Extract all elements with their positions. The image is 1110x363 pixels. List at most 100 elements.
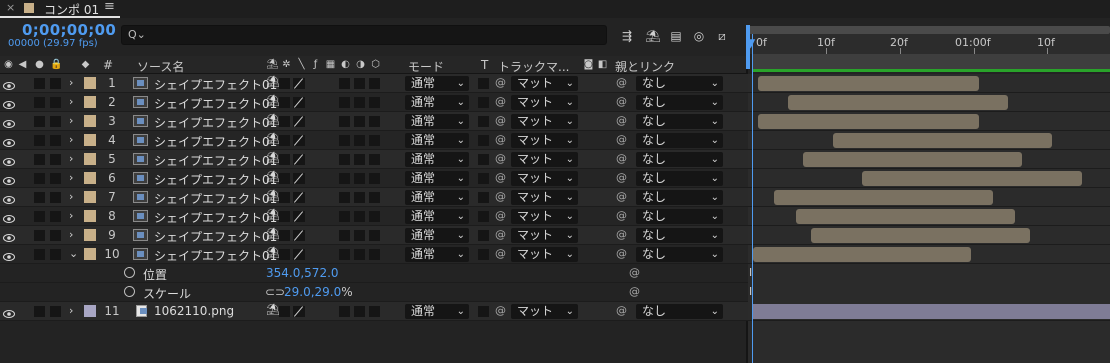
layer-duration-bar[interactable]	[752, 304, 1110, 319]
layer-switch[interactable]	[339, 192, 350, 203]
lock-switch[interactable]	[50, 154, 61, 165]
layer-switch[interactable]	[354, 154, 365, 165]
layer-source-name[interactable]: シェイプエフェクト01	[154, 76, 277, 93]
panel-menu-icon[interactable]: ≡	[104, 0, 115, 14]
layer-switch[interactable]	[369, 78, 380, 89]
quality-switch[interactable]	[293, 97, 305, 108]
layer-switch[interactable]	[354, 97, 365, 108]
column-header-t[interactable]: T	[481, 58, 488, 72]
blend-mode-dropdown[interactable]: 通常 ⌄	[405, 95, 469, 110]
solo-switch[interactable]	[34, 135, 45, 146]
layer-switch[interactable]	[339, 135, 350, 146]
parent-pickwhip-icon[interactable]: @	[616, 95, 627, 108]
layer-row[interactable]: › 8 シェイプエフェクト01 ⛱ 通常 ⌄ @ マット ⌄ @ なし ⌄	[0, 207, 748, 226]
quality-switch[interactable]	[293, 116, 305, 127]
parent-dropdown[interactable]: なし ⌄	[636, 190, 723, 205]
collapse-switch[interactable]	[279, 249, 290, 260]
shy-switch-icon[interactable]: ⛱	[266, 132, 280, 145]
track-matte-dropdown[interactable]: マット ⌄	[511, 76, 578, 91]
layer-switch[interactable]	[354, 211, 365, 222]
lock-switch[interactable]	[50, 173, 61, 184]
layer-switch[interactable]	[354, 135, 365, 146]
collapse-switch[interactable]	[279, 173, 290, 184]
layer-row[interactable]: › 6 シェイプエフェクト01 ⛱ 通常 ⌄ @ マット ⌄ @ なし ⌄	[0, 169, 748, 188]
search-input[interactable]: Q⌄	[121, 25, 607, 45]
pickwhip-icon[interactable]: @	[495, 76, 506, 89]
layer-switch[interactable]	[369, 306, 380, 317]
pickwhip-icon[interactable]: @	[495, 228, 506, 241]
layer-row[interactable]: › 5 シェイプエフェクト01 ⛱ 通常 ⌄ @ マット ⌄ @ なし ⌄	[0, 150, 748, 169]
pickwhip-icon[interactable]: @	[495, 209, 506, 222]
parent-dropdown[interactable]: なし ⌄	[636, 247, 723, 262]
chevron-right-icon[interactable]: ›	[69, 171, 73, 184]
work-area-bar[interactable]	[752, 54, 1110, 70]
layer-label-color[interactable]	[84, 172, 96, 184]
track-matte-dropdown[interactable]: マット ⌄	[511, 190, 578, 205]
layer-source-name[interactable]: シェイプエフェクト01	[154, 171, 277, 188]
visibility-eye-icon[interactable]	[3, 250, 15, 261]
collapse-switch[interactable]	[279, 306, 290, 317]
parent-dropdown[interactable]: なし ⌄	[636, 228, 723, 243]
collapse-switch[interactable]	[279, 135, 290, 146]
layer-label-color[interactable]	[84, 153, 96, 165]
blend-mode-dropdown[interactable]: 通常 ⌄	[405, 190, 469, 205]
parent-pickwhip-icon[interactable]: @	[616, 190, 627, 203]
parent-dropdown[interactable]: なし ⌄	[636, 114, 723, 129]
column-header-number[interactable]: #	[103, 58, 113, 72]
preserve-transparency-switch[interactable]	[478, 230, 489, 241]
track-matte-dropdown[interactable]: マット ⌄	[511, 171, 578, 186]
layer-source-name[interactable]: シェイプエフェクト01	[154, 152, 277, 169]
quality-switch[interactable]	[293, 173, 305, 184]
layer-switch[interactable]	[339, 173, 350, 184]
solo-switch[interactable]	[34, 249, 45, 260]
parent-dropdown[interactable]: なし ⌄	[636, 304, 723, 319]
layer-switch[interactable]	[369, 211, 380, 222]
blend-mode-dropdown[interactable]: 通常 ⌄	[405, 152, 469, 167]
stopwatch-icon[interactable]	[124, 267, 135, 278]
parent-pickwhip-icon[interactable]: @	[616, 247, 627, 260]
expression-pickwhip-icon[interactable]: @	[629, 266, 640, 279]
current-time-display[interactable]: 0;00;00;00	[22, 21, 116, 39]
layer-switch[interactable]	[354, 192, 365, 203]
track-matte-dropdown[interactable]: マット ⌄	[511, 152, 578, 167]
layer-label-color[interactable]	[84, 305, 96, 317]
layer-label-color[interactable]	[84, 210, 96, 222]
solo-switch[interactable]	[34, 306, 45, 317]
current-time-indicator[interactable]	[752, 34, 753, 363]
visibility-eye-icon[interactable]	[3, 117, 15, 128]
shy-switch-icon[interactable]: ⛱	[266, 303, 280, 316]
layer-label-color[interactable]	[84, 248, 96, 260]
blend-mode-dropdown[interactable]: 通常 ⌄	[405, 247, 469, 262]
solo-switch[interactable]	[34, 211, 45, 222]
position-value[interactable]: 354.0,572.0	[266, 266, 339, 280]
chevron-right-icon[interactable]: ›	[69, 304, 73, 317]
scale-property[interactable]: スケール ⊂⊃ 29.0,29.0% @	[0, 283, 748, 302]
pickwhip-icon[interactable]: @	[495, 247, 506, 260]
layer-switch[interactable]	[339, 306, 350, 317]
layer-duration-bar[interactable]	[753, 247, 971, 262]
visibility-eye-icon[interactable]	[3, 231, 15, 242]
layer-row[interactable]: ⌄ 10 シェイプエフェクト01 ⛱ 通常 ⌄ @ マット ⌄ @ なし ⌄	[0, 245, 748, 264]
layer-switch[interactable]	[339, 116, 350, 127]
lock-switch[interactable]	[50, 192, 61, 203]
shy-switch-icon[interactable]: ⛱	[266, 151, 280, 164]
playhead-handle-icon[interactable]: ▼	[746, 36, 758, 50]
visibility-eye-icon[interactable]	[3, 155, 15, 166]
solo-switch[interactable]	[34, 192, 45, 203]
preserve-transparency-switch[interactable]	[478, 78, 489, 89]
layer-switch[interactable]	[369, 154, 380, 165]
column-header-source-name[interactable]: ソース名	[137, 58, 184, 75]
parent-dropdown[interactable]: なし ⌄	[636, 133, 723, 148]
constrain-proportions-link-icon[interactable]: ⊂⊃	[265, 285, 285, 299]
scale-value[interactable]: 29.0,29.0%	[284, 285, 353, 299]
layer-row[interactable]: › 11 1062110.png ⛱ 通常 ⌄ @ マット ⌄ @ なし ⌄	[0, 302, 748, 321]
solo-switch[interactable]	[34, 173, 45, 184]
layer-label-color[interactable]	[84, 115, 96, 127]
layer-source-name[interactable]: シェイプエフェクト01	[154, 114, 277, 131]
layer-label-color[interactable]	[84, 191, 96, 203]
composition-flowchart-icon[interactable]: ⇶	[619, 29, 635, 43]
layer-switch[interactable]	[354, 249, 365, 260]
visibility-eye-icon[interactable]	[3, 79, 15, 90]
shy-switch-icon[interactable]: ⛱	[266, 246, 280, 259]
blend-mode-dropdown[interactable]: 通常 ⌄	[405, 209, 469, 224]
